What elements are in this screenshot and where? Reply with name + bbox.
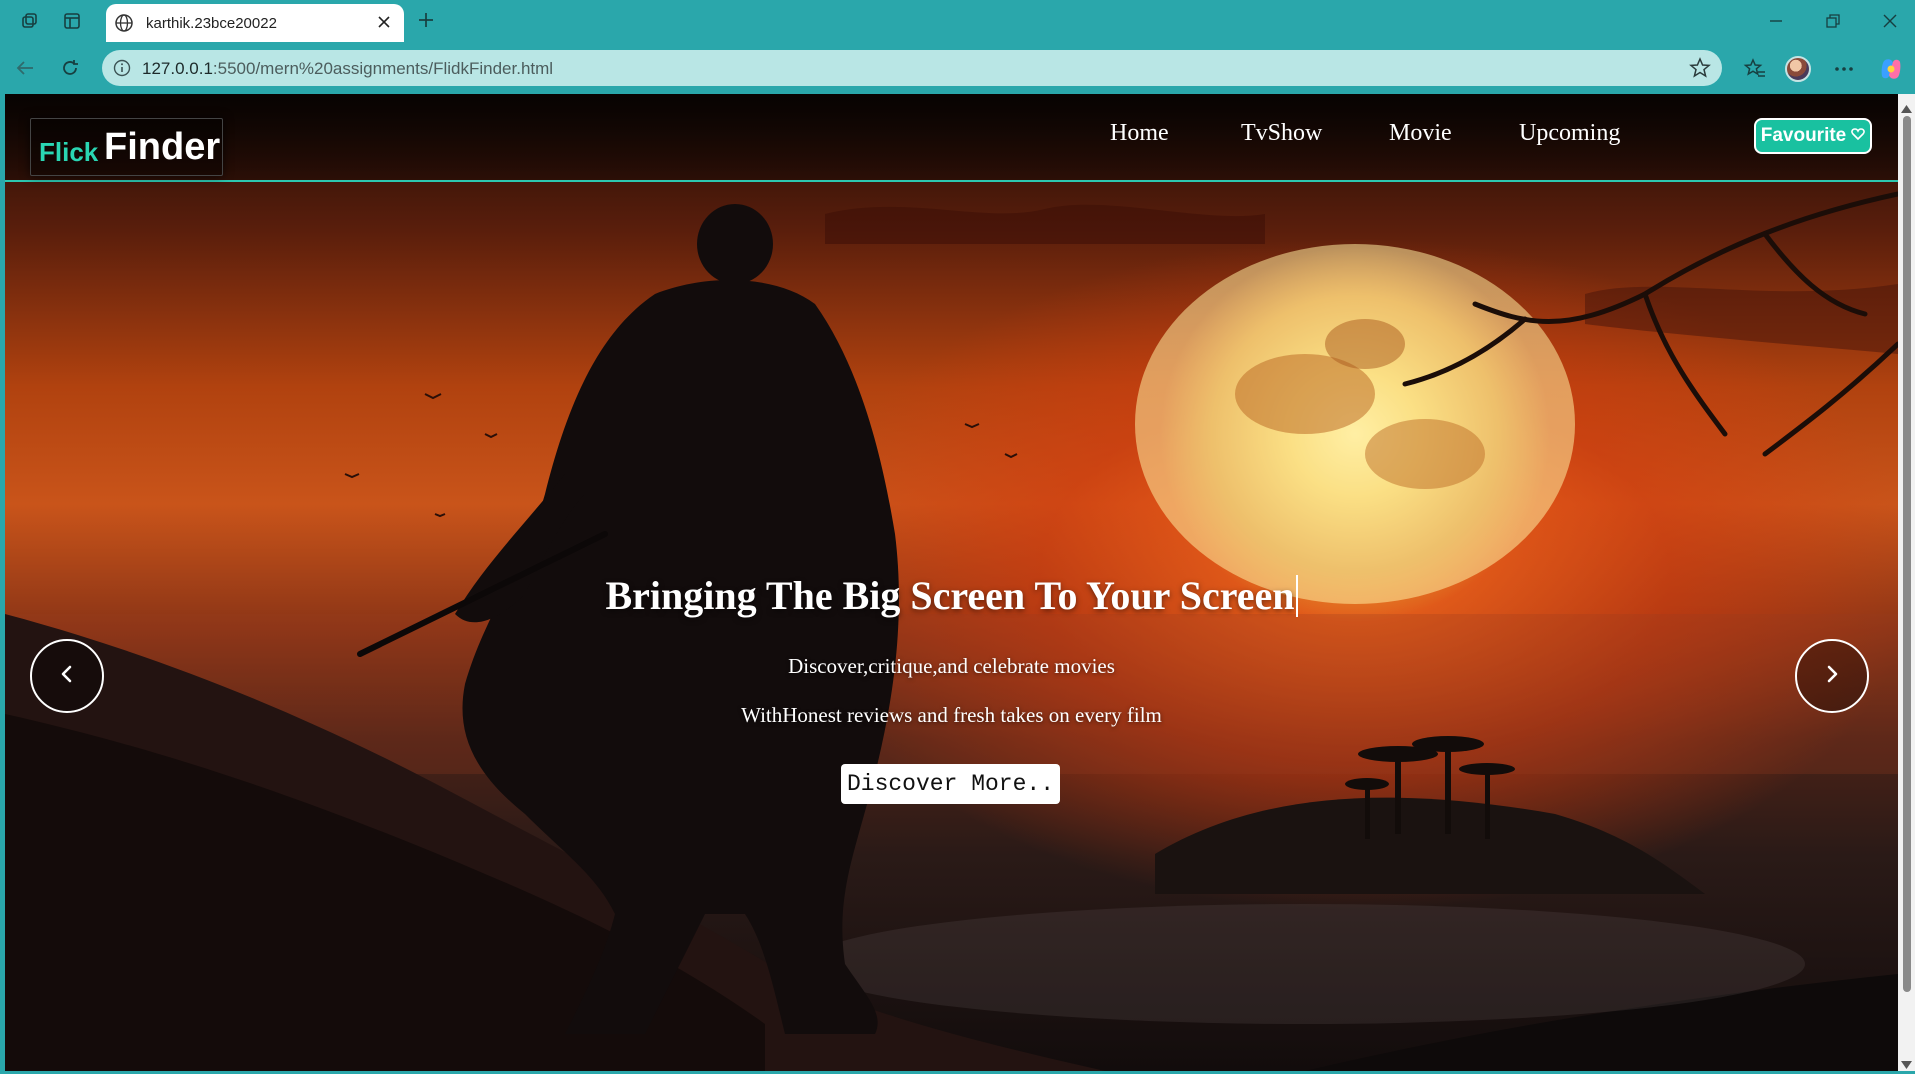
nav-tvshow[interactable]: TvShow <box>1241 120 1322 147</box>
discover-more-button[interactable]: Discover More.. <box>841 764 1060 804</box>
favourite-label: Favourite <box>1760 125 1847 146</box>
close-tab-icon[interactable] <box>374 12 394 37</box>
chevron-right-icon <box>1821 663 1843 690</box>
nav-home[interactable]: Home <box>1110 120 1169 147</box>
vertical-scrollbar[interactable] <box>1898 94 1915 1071</box>
url-text: 127.0.0.1:5500/mern%20assignments/FlidkF… <box>142 59 553 79</box>
url-host: 127.0.0.1 <box>142 59 213 78</box>
back-icon[interactable] <box>11 54 39 82</box>
tab-actions-icon[interactable] <box>60 9 84 33</box>
nav-upcoming[interactable]: Upcoming <box>1519 120 1620 147</box>
prev-slide-button[interactable] <box>30 639 104 713</box>
heart-icon <box>1851 125 1866 147</box>
close-window-icon[interactable] <box>1877 8 1903 34</box>
browser-tab-bar: karthik.23bce20022 <box>0 0 1915 42</box>
minimize-icon[interactable] <box>1763 8 1789 34</box>
next-slide-button[interactable] <box>1795 639 1869 713</box>
restore-icon[interactable] <box>1820 8 1846 34</box>
info-icon[interactable] <box>112 58 132 83</box>
chevron-left-icon <box>56 663 78 690</box>
new-tab-icon[interactable] <box>414 8 438 32</box>
site-header: Flick Finder Home TvShow Movie Upcoming … <box>5 94 1898 182</box>
web-page: Flick Finder Home TvShow Movie Upcoming … <box>5 94 1898 1071</box>
copilot-icon[interactable] <box>1876 54 1906 84</box>
logo-flick: Flick <box>39 137 99 167</box>
url-field[interactable]: 127.0.0.1:5500/mern%20assignments/FlidkF… <box>102 50 1722 86</box>
workspaces-icon[interactable] <box>18 9 42 33</box>
globe-icon <box>114 13 134 38</box>
hero-title-text: Bringing The Big Screen To Your Screen <box>605 573 1295 618</box>
url-path: :5500/mern%20assignments/FlidkFinder.htm… <box>212 59 554 78</box>
refresh-icon[interactable] <box>56 54 84 82</box>
hero-tagline-2: WithHonest reviews and fresh takes on ev… <box>741 703 1162 727</box>
scroll-thumb[interactable] <box>1903 116 1911 992</box>
more-icon[interactable] <box>1829 54 1859 84</box>
text-caret <box>1295 575 1298 617</box>
favorites-icon[interactable] <box>1740 54 1770 84</box>
hero-title: Bringing The Big Screen To Your Screen <box>5 572 1898 619</box>
browser-tab[interactable]: karthik.23bce20022 <box>106 4 404 42</box>
logo-finder: Finder <box>104 126 221 168</box>
favorite-star-icon[interactable] <box>1688 56 1712 85</box>
nav-movie[interactable]: Movie <box>1389 120 1452 147</box>
site-logo[interactable]: Flick Finder <box>30 118 223 176</box>
hero-tagline-1: Discover,critique,and celebrate movies <box>788 654 1115 678</box>
favourite-button[interactable]: Favourite <box>1754 118 1872 154</box>
tab-title: karthik.23bce20022 <box>146 15 277 32</box>
scroll-down-icon[interactable] <box>1901 1056 1912 1074</box>
profile-avatar[interactable] <box>1783 54 1813 84</box>
